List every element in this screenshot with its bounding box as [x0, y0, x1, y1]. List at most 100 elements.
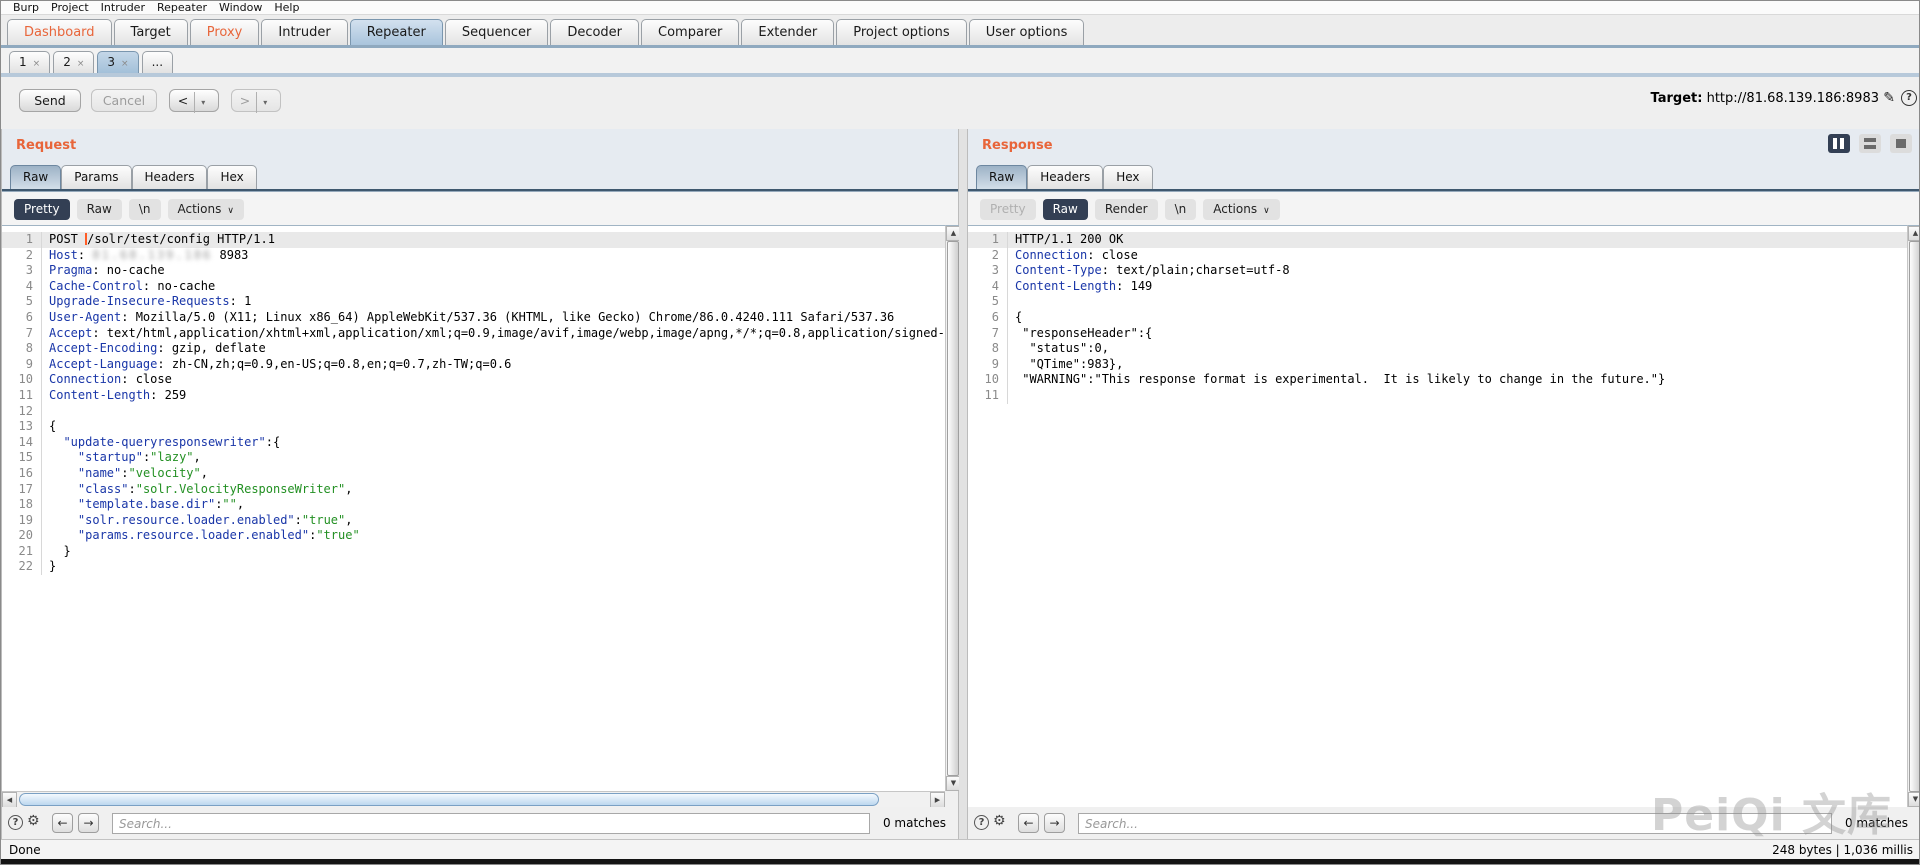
tab-project-options[interactable]: Project options — [836, 19, 967, 45]
next-request-button[interactable]: >▾ — [231, 89, 281, 112]
code-line[interactable]: 14 "update-queryresponsewriter":{ — [2, 435, 945, 451]
request-tab-hex[interactable]: Hex — [207, 165, 256, 189]
request-search-input[interactable] — [112, 813, 870, 834]
columns-layout-icon[interactable] — [1828, 134, 1850, 153]
search-next-button[interactable]: → — [1044, 813, 1065, 833]
code-line[interactable]: 11 — [968, 388, 1907, 404]
panel-divider[interactable] — [959, 129, 967, 839]
scroll-right-icon[interactable]: ▶ — [930, 792, 945, 808]
response-tab-hex[interactable]: Hex — [1103, 165, 1152, 189]
menu-project[interactable]: Project — [45, 1, 95, 14]
request-raw-button[interactable]: Raw — [77, 199, 122, 220]
search-previous-button[interactable]: ← — [1018, 813, 1039, 833]
response-raw-button[interactable]: Raw — [1043, 199, 1088, 220]
response-search-input[interactable] — [1078, 813, 1832, 834]
response-tab-headers[interactable]: Headers — [1027, 165, 1103, 189]
repeater-tab-1[interactable]: 1× — [9, 51, 50, 73]
code-line[interactable]: 21 } — [2, 544, 945, 560]
rows-layout-icon[interactable] — [1859, 134, 1881, 153]
scrollbar-thumb[interactable] — [1909, 241, 1920, 792]
code-line[interactable]: 3Pragma: no-cache — [2, 263, 945, 279]
tab-proxy[interactable]: Proxy — [190, 19, 260, 45]
code-line[interactable]: 7 "responseHeader":{ — [968, 326, 1907, 342]
code-line[interactable]: 12 — [2, 404, 945, 420]
code-line[interactable]: 9Accept-Language: zh-CN,zh;q=0.9,en-US;q… — [2, 357, 945, 373]
single-layout-icon[interactable] — [1890, 134, 1912, 153]
code-line[interactable]: 11Content-Length: 259 — [2, 388, 945, 404]
response-vertical-scrollbar[interactable]: ▲ ▼ — [1907, 225, 1920, 807]
code-line[interactable]: 10Connection: close — [2, 372, 945, 388]
code-line[interactable]: 15 "startup":"lazy", — [2, 450, 945, 466]
repeater-tab-3[interactable]: 3× — [97, 51, 138, 73]
scroll-down-icon[interactable]: ▼ — [1908, 792, 1920, 807]
search-next-button[interactable]: → — [78, 813, 99, 833]
close-tab-icon[interactable]: × — [121, 59, 129, 69]
code-line[interactable]: 4Cache-Control: no-cache — [2, 279, 945, 295]
response-tab-raw[interactable]: Raw — [976, 165, 1027, 189]
request-n-button[interactable]: \n — [129, 199, 161, 220]
scrollbar-thumb[interactable] — [947, 241, 959, 776]
request-pretty-button[interactable]: Pretty — [14, 199, 70, 220]
menu-repeater[interactable]: Repeater — [151, 1, 213, 14]
tab-repeater[interactable]: Repeater — [350, 19, 443, 45]
previous-request-button[interactable]: <▾ — [169, 89, 219, 112]
cancel-button[interactable]: Cancel — [91, 89, 157, 112]
search-help-icon[interactable]: ? — [974, 815, 989, 830]
response-editor[interactable]: 1HTTP/1.1 200 OK2Connection: close3Conte… — [968, 225, 1907, 807]
tab-sequencer[interactable]: Sequencer — [445, 19, 548, 45]
menu-intruder[interactable]: Intruder — [95, 1, 151, 14]
tab-decoder[interactable]: Decoder — [550, 19, 639, 45]
code-line[interactable]: 8Accept-Encoding: gzip, deflate — [2, 341, 945, 357]
request-tab-raw[interactable]: Raw — [10, 165, 61, 189]
code-line[interactable]: 3Content-Type: text/plain;charset=utf-8 — [968, 263, 1907, 279]
code-line[interactable]: 1POST /solr/test/config HTTP/1.1 — [2, 232, 945, 248]
code-line[interactable]: 5Upgrade-Insecure-Requests: 1 — [2, 294, 945, 310]
tab-user-options[interactable]: User options — [969, 19, 1085, 45]
edit-target-icon[interactable]: ✎ — [1883, 90, 1895, 106]
request-editor[interactable]: 1POST /solr/test/config HTTP/1.12Host: 8… — [2, 225, 945, 791]
scroll-left-icon[interactable]: ◀ — [2, 792, 17, 808]
code-line[interactable]: 22} — [2, 559, 945, 575]
search-settings-gear-icon[interactable]: ⚙ — [27, 813, 40, 829]
send-button[interactable]: Send — [19, 89, 81, 112]
code-line[interactable]: 6User-Agent: Mozilla/5.0 (X11; Linux x86… — [2, 310, 945, 326]
tab-extender[interactable]: Extender — [741, 19, 834, 45]
code-line[interactable]: 8 "status":0, — [968, 341, 1907, 357]
chevron-down-icon[interactable]: ▾ — [256, 92, 272, 113]
scroll-up-icon[interactable]: ▲ — [1908, 226, 1920, 241]
response-actions-button[interactable]: Actions∨ — [1203, 199, 1279, 220]
code-line[interactable]: 17 "class":"solr.VelocityResponseWriter"… — [2, 482, 945, 498]
code-line[interactable]: 1HTTP/1.1 200 OK — [968, 232, 1907, 248]
code-line[interactable]: 4Content-Length: 149 — [968, 279, 1907, 295]
request-actions-button[interactable]: Actions∨ — [168, 199, 244, 220]
help-icon[interactable]: ? — [1901, 90, 1917, 106]
tab-intruder[interactable]: Intruder — [261, 19, 347, 45]
code-line[interactable]: 19 "solr.resource.loader.enabled":"true"… — [2, 513, 945, 529]
repeater-tab-2[interactable]: 2× — [53, 51, 94, 73]
menu-help[interactable]: Help — [268, 1, 305, 14]
close-tab-icon[interactable]: × — [77, 59, 85, 69]
code-line[interactable]: 18 "template.base.dir":"", — [2, 497, 945, 513]
tab-target[interactable]: Target — [114, 19, 188, 45]
code-line[interactable]: 10 "WARNING":"This response format is ex… — [968, 372, 1907, 388]
tab-comparer[interactable]: Comparer — [641, 19, 739, 45]
code-line[interactable]: 6{ — [968, 310, 1907, 326]
code-line[interactable]: 2Connection: close — [968, 248, 1907, 264]
menu-burp[interactable]: Burp — [7, 1, 45, 14]
code-line[interactable]: 16 "name":"velocity", — [2, 466, 945, 482]
chevron-down-icon[interactable]: ▾ — [194, 92, 210, 113]
scrollbar-thumb[interactable] — [19, 793, 879, 806]
response-pretty-button[interactable]: Pretty — [980, 199, 1036, 220]
repeater-tab-item[interactable]: ... — [142, 51, 173, 73]
code-line[interactable]: 5 — [968, 294, 1907, 310]
request-vertical-scrollbar[interactable]: ▲ ▼ — [945, 225, 960, 791]
response-render-button[interactable]: Render — [1095, 199, 1158, 220]
close-tab-icon[interactable]: × — [33, 59, 41, 69]
search-previous-button[interactable]: ← — [52, 813, 73, 833]
request-tab-headers[interactable]: Headers — [132, 165, 208, 189]
request-horizontal-scrollbar[interactable]: ◀ ▶ — [2, 791, 945, 807]
search-help-icon[interactable]: ? — [8, 815, 23, 830]
menu-window[interactable]: Window — [213, 1, 268, 14]
code-line[interactable]: 7Accept: text/html,application/xhtml+xml… — [2, 326, 945, 342]
response-n-button[interactable]: \n — [1165, 199, 1197, 220]
